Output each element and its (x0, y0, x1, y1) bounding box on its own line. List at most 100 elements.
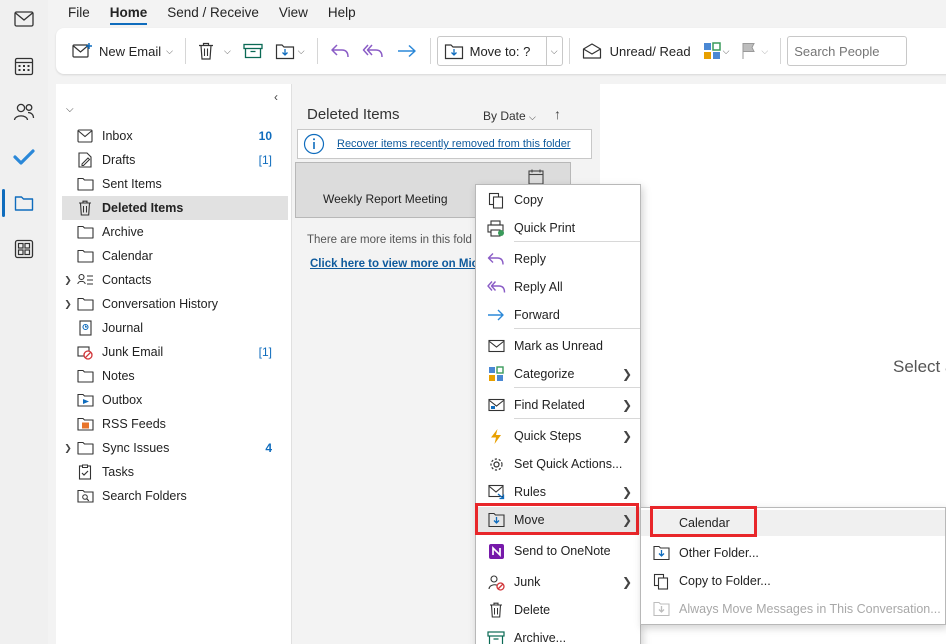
menu-item-quick-steps[interactable]: Quick Steps ❯ (476, 423, 640, 449)
rail-active-indicator (2, 189, 5, 217)
view-more-link[interactable]: Click here to view more on Micr (310, 258, 483, 270)
menu-item-send-to-onenote[interactable]: Send to OneNote (476, 538, 640, 564)
tab-file[interactable]: File (58, 0, 100, 26)
chevron-down-icon[interactable]: ⌵ (761, 46, 768, 57)
chevron-right-icon[interactable]: ❯ (62, 299, 74, 310)
move-button[interactable]: ⌵ (269, 35, 311, 67)
folder-item[interactable]: Junk Email [1] (62, 340, 288, 364)
menu-item-delete[interactable]: Delete (476, 597, 640, 623)
folder-icon[interactable] (8, 187, 40, 219)
folder-item[interactable]: Sent Items (62, 172, 288, 196)
folder-item[interactable]: Search Folders (62, 484, 288, 508)
folder-item[interactable]: Archive (62, 220, 288, 244)
folder-name: RSS Feeds (102, 417, 166, 431)
sort-direction-icon[interactable]: ↑ (554, 106, 561, 122)
tab-send-receive[interactable]: Send / Receive (157, 0, 269, 26)
move-to-quickstep[interactable]: Move to: ? ⌵ (436, 36, 563, 66)
folder-name: Inbox (102, 129, 133, 143)
menu-item-label: Categorize (514, 367, 575, 381)
move-icon (651, 544, 671, 562)
recover-banner[interactable]: Recover items recently removed from this… (297, 129, 592, 159)
menu-item-rules[interactable]: Rules ❯ (476, 479, 640, 505)
gear-icon (486, 455, 506, 473)
menu-item-label: Rules (514, 485, 546, 499)
folder-item[interactable]: Calendar (62, 244, 288, 268)
collapse-pane-icon[interactable]: ‹ (274, 90, 278, 104)
menu-item-quick-print[interactable]: Quick Print (476, 215, 640, 241)
tab-help[interactable]: Help (318, 0, 366, 26)
menu-item-label: Delete (514, 603, 551, 617)
folder-icon (76, 440, 94, 456)
chevron-down-icon[interactable]: ⌵ (723, 46, 730, 57)
folder-item[interactable]: Outbox (62, 388, 288, 412)
unread-read-button[interactable]: Unread/ Read (576, 35, 697, 67)
folder-item[interactable]: RSS Feeds (62, 412, 288, 436)
people-icon[interactable] (8, 96, 40, 128)
tab-view[interactable]: View (269, 0, 318, 26)
folder-item[interactable]: Journal (62, 316, 288, 340)
menu-item-categorize[interactable]: Categorize ❯ (476, 361, 640, 387)
submenu-item-copy-to-folder[interactable]: Copy to Folder... (641, 568, 945, 594)
reply-button[interactable] (324, 35, 356, 67)
folder-count: [1] (258, 345, 272, 359)
message-subject: Weekly Report Meeting (323, 192, 448, 206)
folder-name: Deleted Items (102, 201, 184, 215)
folder-item[interactable]: Drafts [1] (62, 148, 288, 172)
folder-item[interactable]: ❯ Conversation History (62, 292, 288, 316)
chevron-down-icon[interactable]: ⌵ (298, 46, 305, 57)
forward-button[interactable] (390, 35, 424, 67)
reply-all-button[interactable] (356, 35, 390, 67)
chevron-down-icon[interactable]: ⌵ (224, 46, 231, 57)
new-email-button[interactable]: New Email ⌵ (66, 35, 179, 67)
menu-item-reply-all[interactable]: Reply All (476, 274, 640, 300)
menu-separator (514, 241, 640, 242)
sort-dropdown[interactable]: By Date ⌵ (483, 109, 536, 123)
unread-read-label: Unread/ Read (609, 43, 691, 59)
folder-item[interactable]: Deleted Items (62, 196, 288, 220)
menu-item-label: Find Related (514, 398, 585, 412)
menu-item-find-related[interactable]: Find Related ❯ (476, 392, 640, 418)
menu-item-archive[interactable]: Archive... (476, 625, 640, 644)
chevron-right-icon[interactable]: ❯ (62, 443, 74, 454)
context-menu: Copy Quick Print Reply Reply All Forward Mark… (475, 184, 641, 644)
follow-up-button[interactable]: ⌵ (735, 35, 774, 67)
chevron-right-icon[interactable]: ❯ (62, 275, 74, 286)
rss-icon (76, 416, 94, 432)
menu-item-label: Quick Steps (514, 429, 582, 443)
categorize-button[interactable]: ⌵ (697, 35, 736, 67)
chevron-down-icon[interactable]: ⌵ (545, 37, 562, 65)
folder-item[interactable]: ❯ Sync Issues 4 (62, 436, 288, 460)
apps-icon[interactable] (8, 233, 40, 265)
todo-icon[interactable] (8, 141, 40, 173)
calendar-icon[interactable] (8, 50, 40, 82)
search-people-input[interactable] (787, 36, 908, 66)
folder-item[interactable]: Notes (62, 364, 288, 388)
rules-icon (486, 483, 506, 501)
chevron-down-icon[interactable]: ⌵ (66, 104, 74, 115)
folder-name: Junk Email (102, 345, 164, 359)
delete-button[interactable]: ⌵ (192, 35, 237, 67)
menu-item-forward[interactable]: Forward (476, 302, 640, 328)
menu-item-set-quick-actions[interactable]: Set Quick Actions... (476, 451, 640, 477)
chevron-right-icon: ❯ (621, 485, 632, 499)
menu-item-copy[interactable]: Copy (476, 187, 640, 213)
menu-item-junk[interactable]: Junk ❯ (476, 569, 640, 595)
junk-icon (76, 344, 94, 360)
folder-name: Contacts (102, 273, 152, 287)
folder-icon (76, 248, 94, 264)
archive-button[interactable] (237, 35, 269, 67)
chevron-down-icon[interactable]: ⌵ (166, 46, 173, 57)
calendar-highlight-box (650, 506, 757, 537)
folder-item[interactable]: Tasks (62, 460, 288, 484)
folder-item[interactable]: Inbox 10 (62, 124, 288, 148)
flag-icon (741, 42, 757, 60)
mail-icon[interactable] (8, 3, 40, 35)
tab-home[interactable]: Home (100, 0, 158, 26)
folder-item[interactable]: ❯ Contacts (62, 268, 288, 292)
menu-item-reply[interactable]: Reply (476, 246, 640, 272)
submenu-item-other-folder[interactable]: Other Folder... (641, 540, 945, 566)
info-icon (303, 133, 325, 155)
folder-name: Archive (102, 225, 144, 239)
recover-link[interactable]: Recover items recently removed from this… (337, 138, 571, 150)
menu-item-mark-as-unread[interactable]: Mark as Unread (476, 333, 640, 359)
